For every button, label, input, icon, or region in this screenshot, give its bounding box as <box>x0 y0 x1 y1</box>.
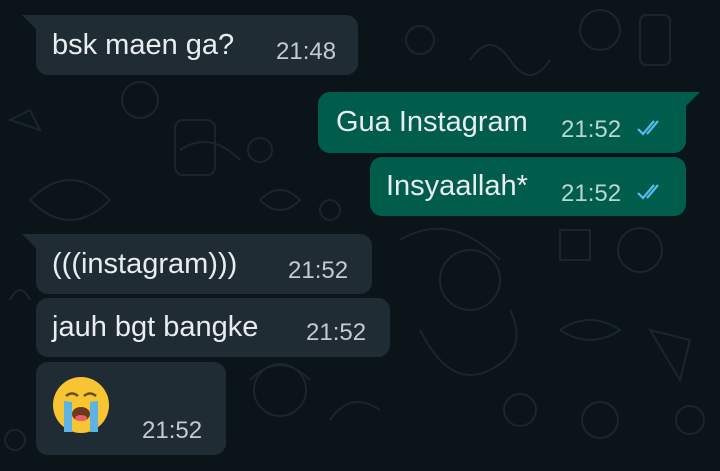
bubble-tail <box>686 92 700 106</box>
bubble-tail <box>22 234 36 248</box>
message-time: 21:52 <box>306 319 367 346</box>
message-bubble-incoming[interactable]: jauh bgt bangke 21:52 <box>36 298 390 357</box>
message-bubble-outgoing[interactable]: Insyaallah* 21:52 <box>370 157 686 216</box>
read-receipt-icon <box>637 184 659 200</box>
message-time: 21:52 <box>288 257 349 284</box>
message-bubble-incoming[interactable]: (((instagram))) 21:52 <box>22 234 372 294</box>
message-text: jauh bgt bangke <box>52 311 259 343</box>
read-receipt-icon <box>637 120 659 136</box>
message-text: Insyaallah* <box>386 170 528 202</box>
message-bubble-incoming[interactable]: 21:52 <box>36 362 226 455</box>
message-bubble-incoming[interactable]: bsk maen ga? 21:48 <box>22 15 358 75</box>
message-text: (((instagram))) <box>52 248 238 280</box>
message-text: Gua Instagram <box>336 106 528 138</box>
message-text: bsk maen ga? <box>52 29 235 61</box>
message-time: 21:48 <box>276 38 337 65</box>
message-bubble-outgoing[interactable]: Gua Instagram 21:52 <box>318 92 700 153</box>
bubble-tail <box>22 15 36 29</box>
loudly-crying-face-emoji <box>53 377 109 433</box>
message-time: 21:52 <box>561 116 622 143</box>
message-time: 21:52 <box>561 180 622 207</box>
message-time: 21:52 <box>142 417 203 444</box>
